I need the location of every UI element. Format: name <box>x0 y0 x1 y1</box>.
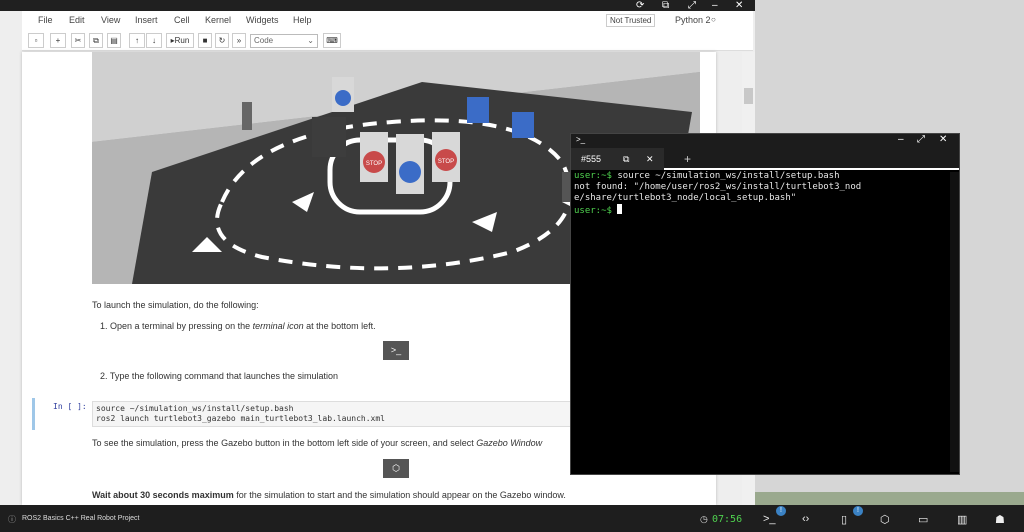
cut-icon[interactable]: ✂ <box>71 33 85 48</box>
step-1-post: at the bottom left. <box>303 321 376 331</box>
gazebo-icon[interactable]: ⬡ <box>880 513 890 526</box>
cell-type-value: Code <box>254 36 274 45</box>
stop-sign-text-2: STOP <box>438 159 454 165</box>
gazebo-button-image: ⬡ <box>383 459 409 478</box>
step-1-em: terminal icon <box>252 321 304 331</box>
interrupt-icon[interactable]: ■ <box>198 33 212 48</box>
terminal-output[interactable]: user:~$ source ~/simulation_ws/install/s… <box>574 171 861 217</box>
clock-icon: ◷ <box>700 514 708 524</box>
info-icon[interactable]: ⓘ <box>8 514 16 525</box>
terminal-window: >_ – ⤢ ✕ #555 ⧉ ✕ + user:~$ source ~/sim… <box>570 133 960 475</box>
project-name: ROS2 Basics C++ Real Robot Project <box>22 515 140 522</box>
prompt-2: user:~$ <box>574 206 612 216</box>
insert-cell-icon[interactable]: + <box>50 33 66 48</box>
close-icon[interactable]: ✕ <box>939 134 947 145</box>
kernel-status-icon: ○ <box>711 15 716 24</box>
terminal-tabs: #555 ⧉ ✕ + <box>571 148 959 170</box>
see-sim-pre: To see the simulation, press the Gazebo … <box>92 438 477 448</box>
menu-cell[interactable]: Cell <box>174 15 190 25</box>
menu-help[interactable]: Help <box>293 15 312 25</box>
command-1: source ~/simulation_ws/install/setup.bas… <box>611 171 840 181</box>
taskbar: ⓘ ROS2 Basics C++ Real Robot Project ◷ 0… <box>0 505 1024 532</box>
restart-icon[interactable]: ↻ <box>215 33 229 48</box>
terminal-notification-badge: ! <box>776 506 786 516</box>
save-icon[interactable]: ▫ <box>28 33 44 48</box>
tab-label: #555 <box>581 154 602 164</box>
menu-insert[interactable]: Insert <box>135 15 158 25</box>
run-label: Run <box>174 36 190 45</box>
move-up-icon[interactable]: ↑ <box>129 33 145 48</box>
book-icon[interactable]: ▥ <box>957 513 967 526</box>
jupyter-menubar: File Edit View Insert Cell Kernel Widget… <box>22 11 753 51</box>
menu-file[interactable]: File <box>38 15 53 25</box>
menu-widgets[interactable]: Widgets <box>246 15 279 25</box>
keyboard-icon[interactable]: ⌨ <box>323 33 341 48</box>
chevron-down-icon: ⌄ <box>307 36 314 45</box>
terminal-scrollbar[interactable] <box>950 172 959 472</box>
popout-icon[interactable]: ⧉ <box>623 148 629 170</box>
output-line-1: not found: "/home/user/ros2_ws/install/t… <box>574 182 862 192</box>
menu-edit[interactable]: Edit <box>69 15 85 25</box>
minimize-icon[interactable]: – <box>898 134 904 145</box>
not-trusted-badge[interactable]: Not Trusted <box>606 14 656 27</box>
code-line-1: source ~/simulation_ws/install/setup.bas… <box>96 404 294 413</box>
robot-icon[interactable]: ☗ <box>995 513 1005 526</box>
desktop-icon[interactable]: ▭ <box>918 513 928 526</box>
code-cell[interactable]: In [ ]: source ~/simulation_ws/install/s… <box>32 398 582 430</box>
wait-text: Wait about 30 seconds maximum for the si… <box>92 490 566 500</box>
notebook-notification-badge: ! <box>853 506 863 516</box>
code-line-2: ros2 launch turtlebot3_gazebo main_turtl… <box>96 414 385 423</box>
see-sim-em: Gazebo Window <box>476 438 543 448</box>
output-line-2: e/share/turtlebot3_node/local_setup.bash… <box>574 193 797 203</box>
paste-icon[interactable]: ▤ <box>107 33 121 48</box>
step-1-pre: 1. Open a terminal by pressing on the <box>100 321 253 331</box>
code-editor-icon[interactable]: ‹› <box>802 513 809 525</box>
terminal-tab[interactable]: #555 ⧉ ✕ <box>571 148 664 170</box>
move-down-icon[interactable]: ↓ <box>146 33 162 48</box>
close-tab-icon[interactable]: ✕ <box>646 148 654 170</box>
desktop-strip <box>755 492 1024 505</box>
cursor <box>617 204 623 214</box>
wait-bold: Wait about 30 seconds maximum <box>92 490 234 500</box>
maximize-icon[interactable]: ⤢ <box>917 134 925 145</box>
scroll-thumb[interactable] <box>744 88 753 104</box>
wait-rest: for the simulation to start and the simu… <box>233 490 566 500</box>
terminal-icon: >_ <box>576 135 586 144</box>
prompt-1: user:~$ <box>574 171 612 181</box>
code-editor[interactable]: source ~/simulation_ws/install/setup.bas… <box>92 401 582 427</box>
notebook-icon[interactable]: ▯ <box>841 513 847 526</box>
stop-sign-text: STOP <box>366 161 382 167</box>
session-timer: 07:56 <box>712 514 743 525</box>
terminal-titlebar: >_ – ⤢ ✕ <box>571 134 959 148</box>
intro-text: To launch the simulation, do the followi… <box>92 300 259 310</box>
cell-type-select[interactable]: Code ⌄ <box>250 34 318 48</box>
menu-view[interactable]: View <box>101 15 120 25</box>
menu-kernel[interactable]: Kernel <box>205 15 231 25</box>
jupyter-titlebar: ⟳ ⧉ ⤢ – ✕ <box>0 0 755 11</box>
close-icon[interactable]: ✕ <box>735 0 743 11</box>
restart-run-all-icon[interactable]: » <box>232 33 246 48</box>
popout-icon[interactable]: ⧉ <box>662 0 669 11</box>
minimize-icon[interactable]: – <box>712 0 718 11</box>
step-1-text: 1. Open a terminal by pressing on the te… <box>100 321 376 331</box>
copy-icon[interactable]: ⧉ <box>89 33 103 48</box>
add-tab-icon[interactable]: + <box>684 152 691 166</box>
terminal-button-image: >_ <box>383 341 409 360</box>
maximize-icon[interactable]: ⤢ <box>688 0 696 11</box>
run-button[interactable]: ▸Run <box>166 33 194 48</box>
see-simulation-text: To see the simulation, press the Gazebo … <box>92 438 542 448</box>
step-2-text: 2. Type the following command that launc… <box>100 371 338 381</box>
kernel-name: Python 2 <box>675 15 711 25</box>
cell-prompt: In [ ]: <box>53 402 87 411</box>
refresh-icon[interactable]: ⟳ <box>636 0 644 11</box>
terminal-taskbar-icon[interactable]: >_ <box>763 513 776 525</box>
